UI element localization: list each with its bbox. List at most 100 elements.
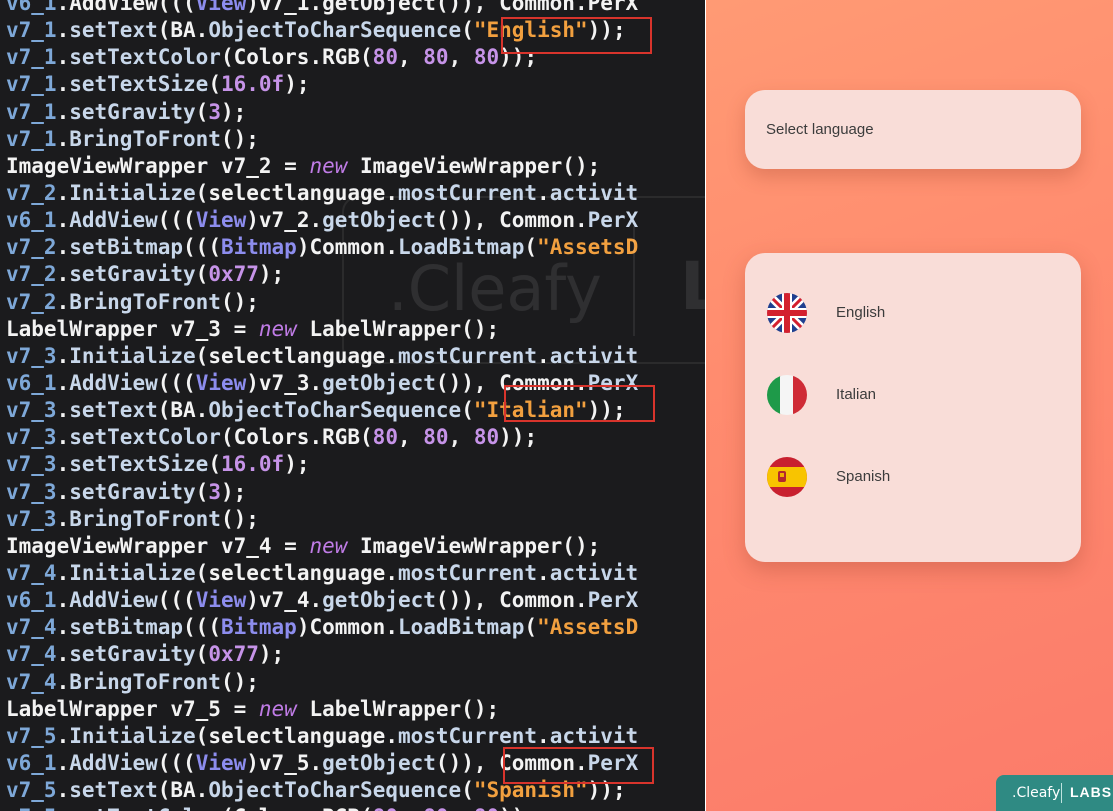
code-line: v7_5.setText(BA.ObjectToCharSequence("Sp… [6, 777, 638, 804]
code-token: )); [499, 805, 537, 811]
code-token: v7_3 [6, 425, 57, 450]
code-token: "English" [473, 18, 588, 43]
code-token: "Italian" [473, 398, 588, 423]
code-token: . [56, 208, 70, 233]
code-token: ( [195, 479, 209, 504]
code-token: , [449, 805, 474, 811]
code-token: ); [284, 452, 310, 477]
code-token: )); [499, 45, 538, 70]
code-token: v7_2 [6, 262, 57, 287]
code-token: ((( [157, 588, 196, 613]
code-token: PerX [587, 750, 639, 775]
code-line: v7_3.setTextSize(16.0f); [6, 451, 638, 478]
code-token: setText [69, 398, 158, 423]
code-line: v7_4.BringToFront(); [6, 669, 638, 696]
code-line: v7_3.BringToFront(); [6, 506, 638, 533]
code-token: ( [208, 452, 221, 477]
code-token: ); [258, 642, 285, 667]
code-line: v7_1.setTextSize(16.0f); [6, 71, 638, 98]
code-token: )); [587, 18, 626, 43]
code-token: setBitmap [69, 235, 184, 260]
code-token: , [448, 425, 474, 450]
language-label-spanish: Spanish [836, 468, 891, 485]
code-line: ImageViewWrapper v7_2 = new ImageViewWra… [6, 153, 638, 180]
code-token: v6_1 [6, 0, 57, 15]
code-token: LabelWrapper(); [296, 696, 500, 721]
code-line: v7_4.Initialize(selectlanguage.mostCurre… [6, 560, 638, 587]
code-token: (Colors.RGB( [220, 425, 373, 450]
code-token: BringToFront [69, 506, 221, 531]
badge-logo-text: .Cleafy [1012, 785, 1061, 801]
code-token: . [56, 723, 70, 748]
code-token: setText [69, 18, 158, 43]
language-option-english[interactable]: English [745, 293, 1081, 353]
badge-labs-text: LABS [1070, 784, 1113, 800]
code-token: v7_5 [6, 778, 57, 803]
language-option-italian[interactable]: Italian [745, 375, 1081, 435]
code-token: ImageViewWrapper v7_2 = [6, 153, 310, 178]
language-list-card: English Italian Spanish [745, 253, 1081, 562]
code-token: )); [587, 778, 626, 803]
code-token: . [56, 425, 70, 450]
watermark-labs-text: LABS [680, 248, 705, 325]
code-token: ); [220, 99, 247, 124]
code-token: v7_2 [6, 180, 57, 205]
code-token: . [56, 18, 70, 43]
code-token: v7_5 [6, 805, 57, 811]
code-listing: v6_1.AddView(((View)v7_1.getObject()), C… [6, 0, 638, 811]
code-token: v7_1 [6, 18, 57, 43]
code-token: v7_4 [6, 669, 57, 694]
code-token: mostCurrent [397, 560, 538, 585]
code-token: . [56, 343, 70, 368]
code-token: v7_1 [6, 99, 57, 124]
code-token: )Common. [296, 615, 398, 640]
code-line: v6_1.AddView(((View)v7_1.getObject()), C… [6, 0, 638, 17]
code-token: 3 [208, 479, 221, 504]
code-token: Initialize [69, 560, 196, 585]
code-token: v7_2 [6, 235, 57, 260]
code-token: BringToFront [69, 669, 221, 694]
code-token: setGravity [69, 479, 196, 504]
code-token: . [537, 723, 550, 748]
code-token: ( [195, 642, 209, 667]
code-token: ImageViewWrapper(); [347, 533, 601, 558]
code-token: ( [195, 262, 209, 287]
code-token: , [397, 45, 424, 70]
code-token: ((( [157, 208, 196, 233]
language-option-spanish[interactable]: Spanish [745, 457, 1081, 517]
code-token: BringToFront [69, 126, 221, 151]
code-token: . [56, 398, 70, 423]
code-token: 0x77 [208, 642, 259, 667]
code-line: v7_3.setText(BA.ObjectToCharSequence("It… [6, 397, 638, 424]
code-token: v6_1 [6, 750, 57, 775]
code-token: AddView [69, 370, 158, 395]
code-token: Bitmap [220, 615, 297, 640]
code-token: v7_1 [6, 126, 57, 151]
code-token: v6_1 [6, 588, 57, 613]
watermark-logo-text: .Cleafy [388, 252, 602, 325]
language-label-italian: Italian [836, 386, 877, 403]
code-token: )v7_2. [246, 208, 323, 233]
code-token: setTextColor [69, 425, 221, 450]
uk-flag-icon [767, 293, 807, 333]
code-token: )); [499, 425, 538, 450]
code-token: 80 [373, 805, 398, 811]
code-token: View [195, 750, 247, 775]
code-token: 80 [372, 425, 398, 450]
code-token: setTextColor [69, 805, 221, 811]
code-token: v7_4 [6, 560, 57, 585]
code-token: AddView [69, 750, 158, 775]
code-token: new [258, 696, 297, 721]
code-token: . [56, 778, 70, 803]
code-token: )v7_3. [246, 370, 323, 395]
code-line: v7_3.setTextColor(Colors.RGB(80, 80, 80)… [6, 424, 638, 451]
code-token: ((( [157, 370, 196, 395]
code-token: ); [258, 262, 285, 287]
code-token: (); [220, 669, 259, 694]
code-token: v7_3 [6, 479, 57, 504]
code-line: v7_4.setBitmap(((Bitmap)Common.LoadBitma… [6, 614, 638, 641]
code-token: 80 [473, 45, 500, 70]
code-token: v6_1 [6, 208, 57, 233]
code-line: v7_1.setText(BA.ObjectToCharSequence("En… [6, 17, 638, 44]
code-token: 80 [423, 425, 449, 450]
